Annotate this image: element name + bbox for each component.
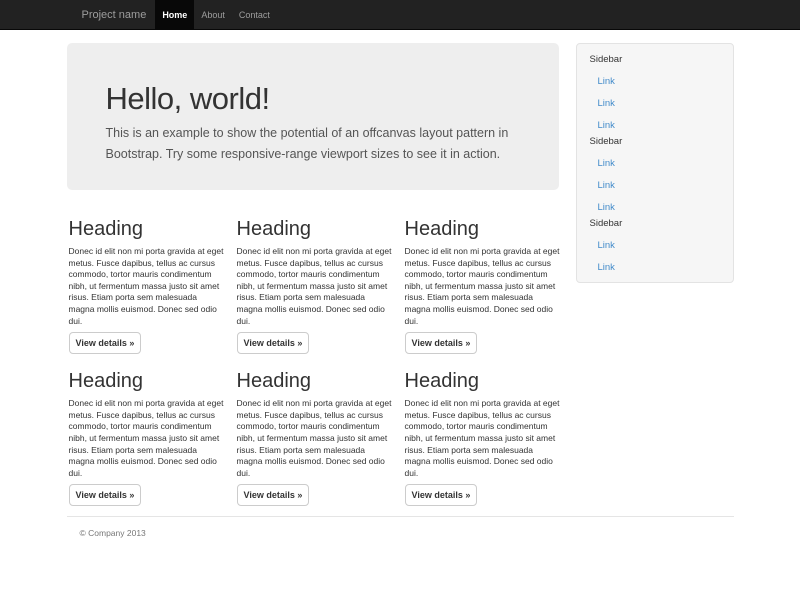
card: Heading Donec id elit non mi porta gravi… [237,219,395,354]
view-details-button[interactable]: View details » [69,332,142,354]
sidebar-link[interactable]: Link [590,240,723,252]
view-details-button[interactable]: View details » [237,484,310,506]
navbar-links: Home About Contact [155,0,277,30]
card-body: Donec id elit non mi porta gravida at eg… [69,246,225,327]
card-body: Donec id elit non mi porta gravida at eg… [237,398,393,479]
sidebar-link[interactable]: Link [590,180,723,192]
card-heading: Heading [69,371,227,392]
card: Heading Donec id elit non mi porta gravi… [405,371,563,506]
copyright-text: © Company 2013 [80,528,734,538]
card-body: Donec id elit non mi porta gravida at eg… [237,246,393,327]
card: Heading Donec id elit non mi porta gravi… [69,219,227,354]
card-heading: Heading [237,219,395,240]
view-details-button[interactable]: View details » [405,484,478,506]
sidebar-link[interactable]: Link [590,76,723,88]
card-body: Donec id elit non mi porta gravida at eg… [69,398,225,479]
card: Heading Donec id elit non mi porta gravi… [69,371,227,506]
nav-item-home[interactable]: Home [155,0,194,30]
card-heading: Heading [69,219,227,240]
navbar: Project name Home About Contact [0,0,800,30]
page-content: Hello, world! This is an example to show… [67,43,734,506]
card: Heading Donec id elit non mi porta gravi… [405,219,563,354]
sidebar-link[interactable]: Link [590,98,723,110]
card-heading: Heading [237,371,395,392]
brand-link[interactable]: Project name [67,0,147,30]
page-title: Hello, world! [106,81,519,117]
view-details-button[interactable]: View details » [237,332,310,354]
sidebar: Sidebar Link Link Link Sidebar Link Link… [576,43,734,283]
nav-item-contact[interactable]: Contact [232,0,277,30]
card-body: Donec id elit non mi porta gravida at eg… [405,398,561,479]
sidebar-group-title: Sidebar [590,54,723,66]
jumbotron-text: This is an example to show the potential… [106,123,519,165]
nav-item-about[interactable]: About [194,0,232,30]
sidebar-link[interactable]: Link [590,120,723,132]
main-column: Hello, world! This is an example to show… [67,43,559,506]
cards-grid: Heading Donec id elit non mi porta gravi… [69,219,559,506]
sidebar-link[interactable]: Link [590,262,723,274]
sidebar-link[interactable]: Link [590,202,723,214]
footer: © Company 2013 [67,516,734,538]
card-body: Donec id elit non mi porta gravida at eg… [405,246,561,327]
navbar-container: Project name Home About Contact [67,0,734,30]
view-details-button[interactable]: View details » [69,484,142,506]
sidebar-group-title: Sidebar [590,136,723,148]
sidebar-link[interactable]: Link [590,158,723,170]
jumbotron: Hello, world! This is an example to show… [67,43,559,190]
view-details-button[interactable]: View details » [405,332,478,354]
sidebar-group-title: Sidebar [590,218,723,230]
card-heading: Heading [405,371,563,392]
card-heading: Heading [405,219,563,240]
card: Heading Donec id elit non mi porta gravi… [237,371,395,506]
